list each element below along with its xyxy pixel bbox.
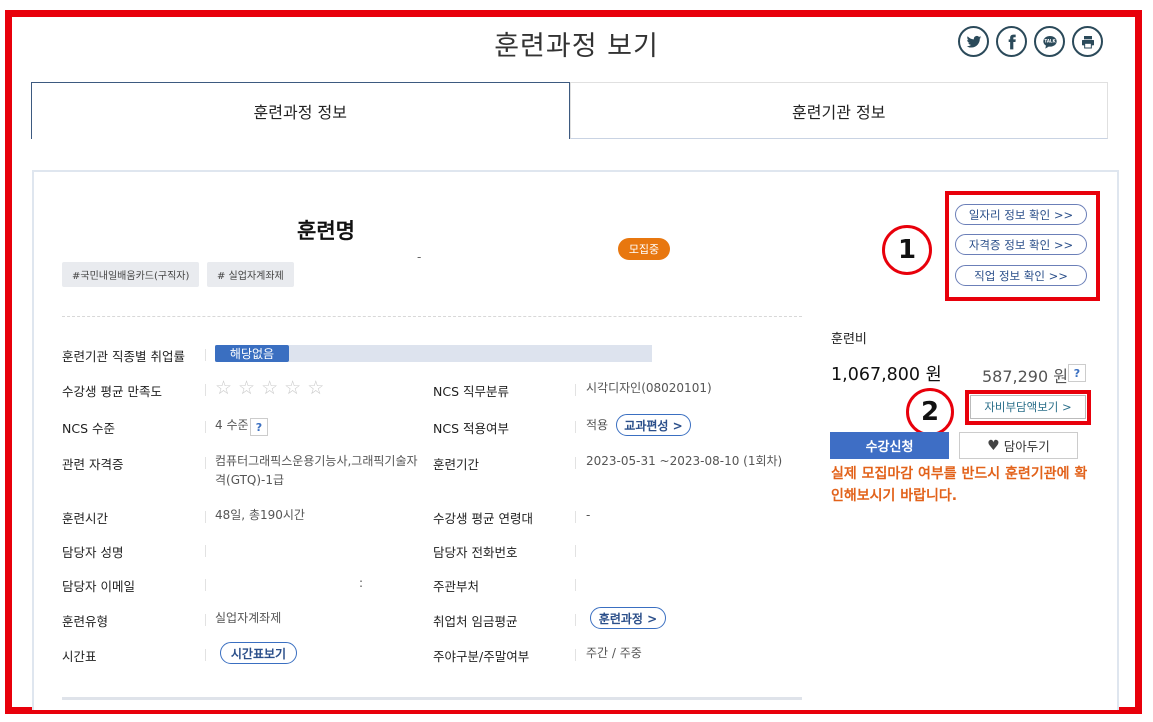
star-icon: ☆ [261,377,279,399]
wage-course-button[interactable]: 훈련과정 > [590,607,666,629]
separator [205,579,206,591]
annotation-marker-2: 2 [906,388,954,436]
manager-phone-label: 담당자 전화번호 [433,545,518,560]
separator [575,457,576,469]
separator [575,511,576,523]
period-label: 훈련기간 [433,457,480,472]
ncs-apply-value: 적용 [586,418,609,432]
save-button-label: 담아두기 [1003,439,1050,454]
cert-value: 컴퓨터그래픽스운용기능사,그래픽기술자격(GTQ)-1급 [215,454,418,487]
daynight-label: 주야구분/주말여부 [433,649,530,664]
annotation-marker-1: 1 [882,225,932,275]
employment-rate-label: 훈련기관 직종별 취업률 [62,349,185,364]
schedule-button[interactable]: 시간표보기 [220,642,297,664]
self-pay-button[interactable]: 자비부담액보기 > [970,395,1086,419]
schedule-label: 시간표 [62,649,97,664]
save-button[interactable]: ♥ 담아두기 [959,432,1078,459]
facebook-icon[interactable] [996,26,1027,57]
separator [205,649,206,661]
fee-total: 1,067,800 원 [831,365,942,385]
print-icon[interactable] [1072,26,1103,57]
daynight-value: 주간 / 주중 [586,646,642,660]
tab-institution-info[interactable]: 훈련기관 정보 [569,82,1108,139]
separator [205,349,206,361]
fee-label: 훈련비 [831,332,867,347]
divider [62,316,802,317]
course-name: 훈련명 [297,219,355,243]
age-value: - [586,508,591,522]
separator [205,457,206,469]
fee-self-pay: 587,290 원 [982,367,1068,386]
rating-stars: ☆ ☆ ☆ ☆ ☆ [215,377,324,399]
age-label: 수강생 평균 연령대 [433,511,533,526]
separator [205,384,206,396]
occupation-info-button[interactable]: 직업 정보 확인 >> [955,265,1087,286]
talk-icon[interactable]: TALK [1034,26,1065,57]
curriculum-button[interactable]: 교과편성 > [616,414,691,436]
employment-rate-bar: 해당없음 [215,345,289,362]
manager-email-label: 담당자 이메일 [62,579,135,594]
tab-course-info[interactable]: 훈련과정 정보 [31,82,570,139]
dept-label: 주관부처 [433,579,480,594]
ncs-category-value: 시각디자인(08020101) [586,381,712,395]
tab-bar: 훈련과정 정보 훈련기관 정보 [31,82,1108,139]
star-icon: ☆ [238,377,256,399]
wage-label: 취업처 임금평균 [433,614,518,629]
manager-label: 담당자 성명 [62,545,124,560]
share-bar: TALK [958,26,1103,57]
course-subtitle: - [417,250,422,264]
cert-label: 관련 자격증 [62,457,124,472]
separator [205,545,206,557]
help-icon[interactable]: ? [250,418,268,436]
apply-button[interactable]: 수강신청 [830,432,949,459]
separator [205,614,206,626]
star-icon: ☆ [215,377,233,399]
tag-card[interactable]: #국민내일배움카드(구직자) [62,262,200,287]
satisfaction-label: 수강생 평균 만족도 [62,384,162,399]
separator [575,545,576,557]
type-value: 실업자계좌제 [215,611,282,625]
email-colon: : [359,576,364,590]
star-icon: ☆ [307,377,325,399]
notice-text: 실제 모집마감 여부를 반드시 훈련기관에 확인해보시기 바랍니다. [831,466,1088,504]
twitter-icon[interactable] [958,26,989,57]
hours-value: 48일, 총190시간 [215,508,305,522]
cert-info-button[interactable]: 자격증 정보 확인 >> [955,234,1087,255]
separator [575,649,576,661]
ncs-level-value: 4 수준 [215,418,249,432]
help-icon[interactable]: ? [1068,364,1086,382]
period-value: 2023-05-31 ~2023-08-10 (1회차) [586,454,783,468]
separator [575,421,576,433]
job-info-button[interactable]: 일자리 정보 확인 >> [955,204,1087,225]
ncs-category-label: NCS 직무분류 [433,384,509,399]
ncs-apply-label: NCS 적용여부 [433,421,509,436]
svg-text:TALK: TALK [1044,38,1056,43]
type-label: 훈련유형 [62,614,109,629]
ncs-level-label: NCS 수준 [62,421,115,436]
heart-icon: ♥ [987,437,1000,454]
separator [575,579,576,591]
hours-label: 훈련시간 [62,511,109,526]
tag-account[interactable]: # 실업자계좌제 [207,262,294,287]
separator [205,421,206,433]
star-icon: ☆ [284,377,302,399]
separator [205,511,206,523]
status-badge: 모집중 [618,238,670,260]
bottom-divider [62,697,802,700]
separator [575,384,576,396]
separator [575,614,576,626]
